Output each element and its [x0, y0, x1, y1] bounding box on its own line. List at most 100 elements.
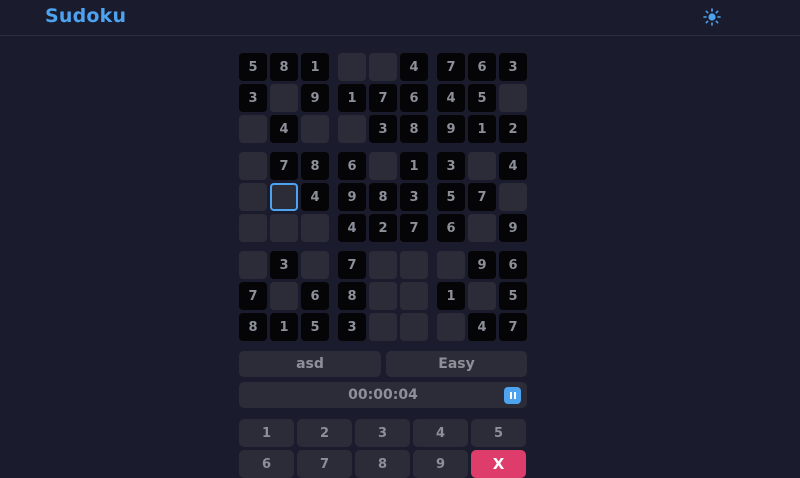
board-cell[interactable]	[369, 313, 397, 341]
board-cell[interactable]: 5	[437, 183, 465, 211]
number-key-9[interactable]: 9	[413, 450, 468, 478]
board-cell[interactable]: 6	[468, 53, 496, 81]
board-cell[interactable]: 2	[369, 214, 397, 242]
timer-bar: 00:00:04	[239, 382, 527, 408]
board-cell[interactable]	[369, 251, 397, 279]
board-cell[interactable]	[468, 282, 496, 310]
board-cell[interactable]: 3	[338, 313, 366, 341]
board-cell[interactable]: 3	[499, 53, 527, 81]
board-cell[interactable]	[468, 152, 496, 180]
board-cell[interactable]	[270, 183, 298, 211]
board-cell[interactable]: 5	[468, 84, 496, 112]
board-cell[interactable]: 9	[499, 214, 527, 242]
board-cell[interactable]: 7	[437, 53, 465, 81]
board-cell[interactable]: 4	[338, 214, 366, 242]
board-cell[interactable]	[338, 115, 366, 143]
board-cell[interactable]	[437, 313, 465, 341]
board-cell[interactable]	[301, 251, 329, 279]
board-cell[interactable]: 3	[369, 115, 397, 143]
game-name-field[interactable]: asd	[239, 351, 381, 377]
number-key-8[interactable]: 8	[355, 450, 410, 478]
board-cell[interactable]	[400, 313, 428, 341]
board-cell[interactable]: 6	[338, 152, 366, 180]
board-cell[interactable]	[499, 84, 527, 112]
board-cell[interactable]: 7	[499, 313, 527, 341]
board-cell[interactable]: 8	[338, 282, 366, 310]
board-cell[interactable]	[369, 152, 397, 180]
board-cell[interactable]: 3	[437, 152, 465, 180]
pause-icon	[509, 392, 512, 399]
board-cell[interactable]	[499, 183, 527, 211]
board-cell[interactable]	[400, 282, 428, 310]
board-cell[interactable]: 5	[301, 313, 329, 341]
number-key-2[interactable]: 2	[297, 419, 352, 447]
board-cell[interactable]: 4	[270, 115, 298, 143]
board-cell[interactable]: 9	[468, 251, 496, 279]
board-cell[interactable]: 4	[437, 84, 465, 112]
board-cell[interactable]	[468, 214, 496, 242]
board-cell[interactable]: 9	[437, 115, 465, 143]
board-cell[interactable]: 3	[239, 84, 267, 112]
board-cell[interactable]: 8	[369, 183, 397, 211]
board-cell[interactable]: 7	[239, 282, 267, 310]
board-cell[interactable]: 7	[338, 251, 366, 279]
board-cell[interactable]: 6	[499, 251, 527, 279]
number-key-7[interactable]: 7	[297, 450, 352, 478]
board-cell[interactable]: 1	[400, 152, 428, 180]
board-cell[interactable]: 4	[468, 313, 496, 341]
number-key-5[interactable]: 5	[471, 419, 526, 447]
board-cell[interactable]	[239, 251, 267, 279]
board-cell[interactable]	[239, 115, 267, 143]
board-cell[interactable]: 7	[369, 84, 397, 112]
board-cell[interactable]: 5	[499, 282, 527, 310]
difficulty-badge[interactable]: Easy	[386, 351, 527, 377]
board-cell[interactable]	[369, 53, 397, 81]
board-cell[interactable]	[301, 115, 329, 143]
board-cell[interactable]: 7	[270, 152, 298, 180]
board-cell[interactable]: 3	[400, 183, 428, 211]
board-cell[interactable]: 6	[301, 282, 329, 310]
board-cell[interactable]: 1	[468, 115, 496, 143]
board-cell[interactable]: 9	[301, 84, 329, 112]
erase-button[interactable]: X	[471, 450, 526, 478]
theme-toggle-button[interactable]	[701, 6, 723, 28]
board-cell[interactable]	[437, 251, 465, 279]
sun-icon	[703, 8, 721, 26]
pause-button[interactable]	[504, 387, 521, 404]
board-cell[interactable]: 1	[338, 84, 366, 112]
board-cell[interactable]	[270, 214, 298, 242]
board-cell[interactable]	[369, 282, 397, 310]
board-cell[interactable]: 4	[400, 53, 428, 81]
board-cell[interactable]: 1	[301, 53, 329, 81]
board-cell[interactable]: 5	[239, 53, 267, 81]
board-cell[interactable]	[338, 53, 366, 81]
board-cell[interactable]: 8	[239, 313, 267, 341]
board-cell[interactable]: 8	[400, 115, 428, 143]
board-cell[interactable]	[301, 214, 329, 242]
board-cell[interactable]: 6	[437, 214, 465, 242]
app-title[interactable]: Sudoku	[45, 5, 126, 27]
board-cell[interactable]: 1	[437, 282, 465, 310]
board-cell[interactable]: 6	[400, 84, 428, 112]
board-cell[interactable]: 4	[301, 183, 329, 211]
board-cell[interactable]	[270, 282, 298, 310]
board-cell[interactable]: 7	[400, 214, 428, 242]
board-cell[interactable]: 4	[499, 152, 527, 180]
board-cell[interactable]: 3	[270, 251, 298, 279]
board-cell[interactable]: 1	[270, 313, 298, 341]
board-cell[interactable]: 2	[499, 115, 527, 143]
board-cell[interactable]	[239, 214, 267, 242]
timer-value: 00:00:04	[348, 387, 418, 403]
number-key-3[interactable]: 3	[355, 419, 410, 447]
board-cell[interactable]	[239, 152, 267, 180]
board-cell[interactable]: 8	[301, 152, 329, 180]
board-cell[interactable]	[239, 183, 267, 211]
board-cell[interactable]	[270, 84, 298, 112]
number-key-4[interactable]: 4	[413, 419, 468, 447]
board-cell[interactable]: 8	[270, 53, 298, 81]
number-key-1[interactable]: 1	[239, 419, 294, 447]
board-cell[interactable]: 9	[338, 183, 366, 211]
board-cell[interactable]: 7	[468, 183, 496, 211]
number-key-6[interactable]: 6	[239, 450, 294, 478]
board-cell[interactable]	[400, 251, 428, 279]
